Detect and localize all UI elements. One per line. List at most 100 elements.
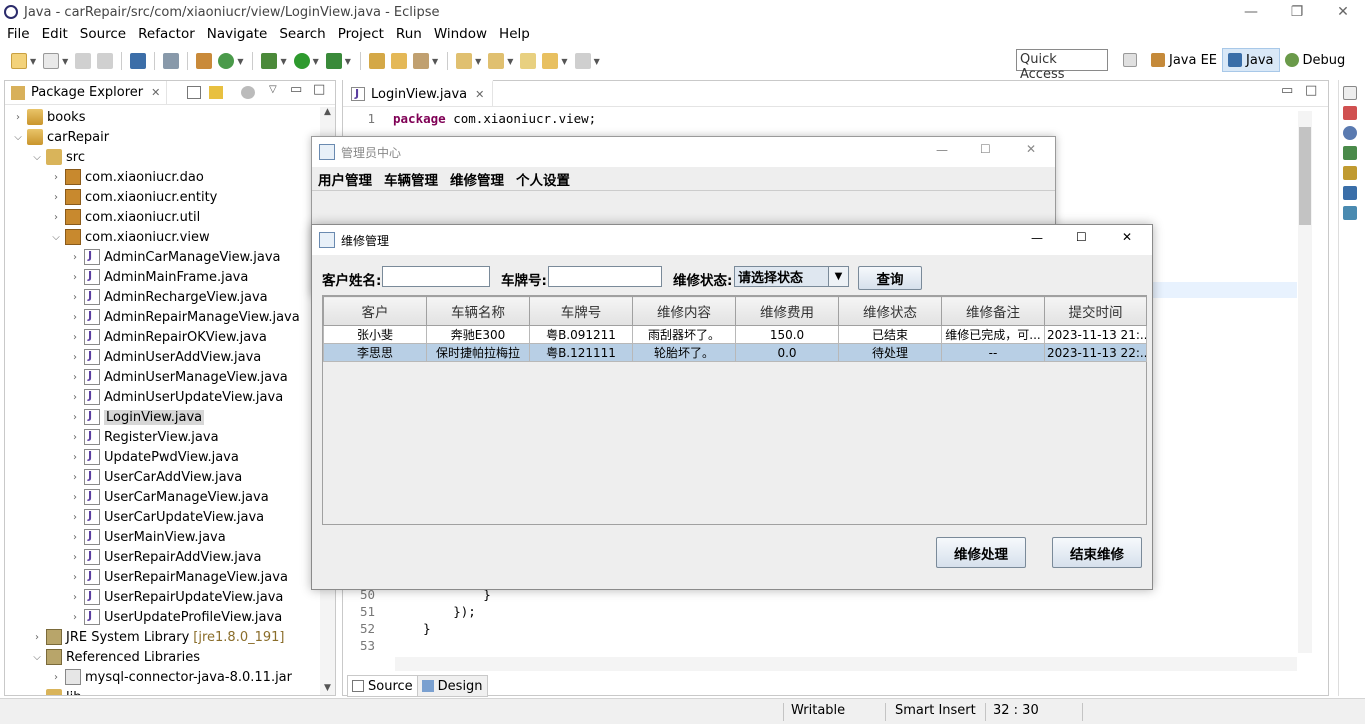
table-cell[interactable]: 2023-11-13 21:... <box>1044 325 1147 344</box>
process-repair-button[interactable]: 维修处理 <box>936 537 1026 568</box>
table-cell[interactable]: 粤B.091211 <box>529 325 633 344</box>
close-icon[interactable]: ✕ <box>1122 230 1132 244</box>
open-type-icon[interactable] <box>196 53 213 69</box>
table-cell[interactable]: 150.0 <box>735 325 839 344</box>
table-cell[interactable]: 雨刮器坏了。 <box>632 325 736 344</box>
menu-file[interactable]: File <box>0 26 35 42</box>
collapsed-chevron-icon[interactable]: › <box>68 332 82 343</box>
expanded-chevron-icon[interactable]: ⌵ <box>30 652 44 663</box>
new-window-icon[interactable] <box>43 53 60 69</box>
tree-item[interactable]: › AdminRepairOKView.java <box>68 327 267 347</box>
column-header[interactable]: 提交时间 <box>1044 296 1147 326</box>
scroll-down-icon[interactable]: ▼ <box>320 683 335 693</box>
external-tools-icon[interactable] <box>325 53 342 69</box>
maximize-editor-icon[interactable]: □ <box>1305 83 1317 98</box>
debug-dropdown-icon[interactable]: ▼ <box>280 57 286 66</box>
tab-source[interactable]: Source <box>347 675 418 697</box>
tree-item[interactable]: › UserCarAddView.java <box>68 467 242 487</box>
column-header[interactable]: 车辆名称 <box>426 296 530 326</box>
link-with-editor-icon[interactable] <box>209 86 223 99</box>
query-button[interactable]: 查询 <box>858 266 922 290</box>
tree-item[interactable]: ⌵ src <box>30 147 85 167</box>
collapsed-chevron-icon[interactable]: › <box>68 372 82 383</box>
tree-item[interactable]: › UserUpdateProfileView.java <box>68 607 282 627</box>
tab-package-explorer[interactable]: Package Explorer ✕ <box>5 80 168 105</box>
menu-refactor[interactable]: Refactor <box>131 26 200 42</box>
tab-design[interactable]: Design <box>416 675 488 697</box>
collapsed-chevron-icon[interactable]: › <box>49 212 63 223</box>
back-dropdown-icon[interactable]: ▼ <box>561 57 567 66</box>
tree-item[interactable]: ⌵ com.xiaoniucr.view <box>49 227 210 247</box>
declaration-icon[interactable] <box>1342 146 1357 160</box>
progress-icon[interactable] <box>1342 206 1357 220</box>
collapsed-chevron-icon[interactable]: › <box>30 632 44 643</box>
collapsed-chevron-icon[interactable]: › <box>68 512 82 523</box>
previous-annotation-icon[interactable] <box>488 53 505 69</box>
table-cell[interactable]: -- <box>941 343 1045 362</box>
collapsed-chevron-icon[interactable]: › <box>68 252 82 263</box>
menu-navigate[interactable]: Navigate <box>200 26 273 42</box>
column-header[interactable]: 客户 <box>323 296 427 326</box>
table-cell[interactable]: 粤B.121111 <box>529 343 633 362</box>
repair-status-select[interactable]: 请选择状态 ▼ <box>734 266 849 287</box>
forward-dropdown-icon[interactable]: ▼ <box>594 57 600 66</box>
tree-item[interactable]: › AdminUserAddView.java <box>68 347 261 367</box>
menu-edit[interactable]: Edit <box>35 26 73 42</box>
tree-item[interactable]: › com.xiaoniucr.util <box>49 207 200 227</box>
save-all-icon[interactable] <box>97 53 114 69</box>
debug-icon[interactable] <box>261 53 278 69</box>
close-tab-icon[interactable]: ✕ <box>151 86 160 99</box>
focus-on-active-task-icon[interactable] <box>241 86 255 99</box>
table-cell[interactable]: 张小斐 <box>323 325 427 344</box>
collapsed-chevron-icon[interactable]: › <box>68 572 82 583</box>
table-cell[interactable]: 奔驰E300 <box>426 325 530 344</box>
expanded-chevron-icon[interactable]: ⌵ <box>49 232 63 243</box>
finish-repair-button[interactable]: 结束维修 <box>1052 537 1142 568</box>
menu-vehicle-management[interactable]: 车辆管理 <box>378 169 444 189</box>
new-dropdown-icon[interactable]: ▼ <box>30 57 36 66</box>
next-annotation-icon[interactable] <box>456 53 473 69</box>
collapsed-chevron-icon[interactable]: › <box>68 352 82 363</box>
close-icon[interactable]: ✕ <box>1320 0 1365 24</box>
column-header[interactable]: 维修内容 <box>632 296 736 326</box>
perspective-debug[interactable]: Debug <box>1280 48 1351 72</box>
previous-annotation-dropdown-icon[interactable]: ▼ <box>507 57 513 66</box>
close-icon[interactable]: ✕ <box>1026 142 1036 156</box>
edit-icon[interactable] <box>412 53 429 69</box>
menu-window[interactable]: Window <box>427 26 492 42</box>
collapsed-chevron-icon[interactable]: › <box>68 452 82 463</box>
collapsed-chevron-icon[interactable]: › <box>68 552 82 563</box>
maximize-icon[interactable]: ☐ <box>1076 230 1087 244</box>
column-header[interactable]: 维修备注 <box>941 296 1045 326</box>
expanded-chevron-icon[interactable]: ⌵ <box>30 152 44 163</box>
tree-item[interactable]: › AdminRepairManageView.java <box>68 307 300 327</box>
external-tools-dropdown-icon[interactable]: ▼ <box>345 57 351 66</box>
table-cell[interactable]: 保时捷帕拉梅拉 <box>426 343 530 362</box>
forward-icon[interactable] <box>574 53 591 69</box>
run-dropdown-icon[interactable]: ▼ <box>313 57 319 66</box>
collapsed-chevron-icon[interactable]: › <box>68 272 82 283</box>
menu-personal-settings[interactable]: 个人设置 <box>510 169 576 189</box>
collapsed-chevron-icon[interactable]: › <box>68 492 82 503</box>
tree-item[interactable]: › AdminRechargeView.java <box>68 287 268 307</box>
collapsed-chevron-icon[interactable]: › <box>68 592 82 603</box>
tree-item[interactable]: › AdminCarManageView.java <box>68 247 280 267</box>
table-cell[interactable]: 0.0 <box>735 343 839 362</box>
javadoc-icon[interactable] <box>1342 126 1357 140</box>
refresh-dropdown-icon[interactable]: ▼ <box>237 57 243 66</box>
last-edit-icon[interactable] <box>520 53 537 69</box>
table-cell[interactable]: 已结束 <box>838 325 942 344</box>
table-cell[interactable]: 待处理 <box>838 343 942 362</box>
tree-item[interactable]: › UserMainView.java <box>68 527 226 547</box>
tree-item[interactable]: › JRE System Library [jre1.8.0_191] <box>30 627 284 647</box>
menu-help[interactable]: Help <box>492 26 535 42</box>
tree-item[interactable]: › RegisterView.java <box>68 427 219 447</box>
refresh-icon[interactable] <box>218 53 235 69</box>
close-tab-icon[interactable]: ✕ <box>475 88 484 101</box>
collapsed-chevron-icon[interactable]: › <box>68 412 82 423</box>
column-header[interactable]: 车牌号 <box>529 296 633 326</box>
new-icon[interactable] <box>11 53 27 69</box>
next-annotation-dropdown-icon[interactable]: ▼ <box>475 57 481 66</box>
collapsed-chevron-icon[interactable]: › <box>68 532 82 543</box>
scroll-up-icon[interactable]: ▲ <box>320 107 335 117</box>
